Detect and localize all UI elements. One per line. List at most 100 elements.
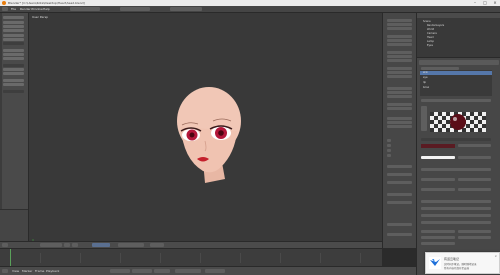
strand-toggle[interactable] [421, 221, 491, 224]
options-field[interactable] [458, 230, 491, 233]
shading-checkbox[interactable] [387, 154, 391, 157]
scale-x-field[interactable] [387, 51, 412, 54]
diffuse-color-swatch[interactable] [421, 144, 455, 148]
transparency-toggle[interactable] [421, 200, 491, 203]
mode-selector[interactable] [40, 243, 62, 247]
shading-selector[interactable] [64, 243, 70, 247]
view-field[interactable] [387, 91, 412, 94]
dimensions-field[interactable] [387, 71, 412, 74]
outliner-row[interactable]: Lamp [427, 40, 434, 43]
location-x-field[interactable] [387, 19, 412, 22]
scene-selector[interactable] [120, 7, 150, 11]
shading-panel-field[interactable] [421, 188, 455, 191]
options-field[interactable] [421, 230, 455, 233]
pivot-selector[interactable] [72, 243, 78, 247]
current-frame-field[interactable] [154, 269, 170, 273]
tool-button[interactable] [3, 79, 24, 82]
timeline-menu-playback[interactable]: Playback [46, 269, 59, 273]
display-field[interactable] [387, 181, 412, 184]
rotation-x-field[interactable] [387, 35, 412, 38]
editor-type-button[interactable] [2, 7, 8, 11]
render-engine-selector[interactable] [170, 7, 202, 11]
outliner-row[interactable]: Scene [423, 20, 431, 23]
display-field[interactable] [387, 193, 412, 196]
tool-button[interactable] [3, 72, 24, 75]
dimensions-field[interactable] [387, 75, 412, 78]
timeline-editor[interactable] [0, 248, 382, 267]
menu-help[interactable]: Help [43, 7, 50, 11]
view-field[interactable] [387, 107, 412, 110]
layer-buttons[interactable] [118, 243, 144, 247]
tool-button[interactable] [3, 64, 24, 67]
background-image-toggle[interactable] [387, 223, 412, 226]
rotation-y-field[interactable] [387, 39, 412, 42]
manipulator-toggle[interactable] [92, 243, 110, 247]
preview-type-buttons[interactable] [421, 106, 427, 131]
screen-layout-selector[interactable] [70, 7, 100, 11]
outliner-row[interactable]: World [427, 28, 434, 31]
tool-button[interactable] [3, 42, 24, 45]
timeline-menu-view[interactable]: View [12, 269, 19, 273]
shading-checkbox[interactable] [387, 144, 391, 147]
tool-button[interactable] [3, 49, 24, 52]
rotation-z-field[interactable] [387, 43, 412, 46]
tool-button[interactable] [3, 21, 24, 24]
view-menu[interactable] [2, 243, 8, 247]
material-item[interactable]: lip [423, 81, 426, 84]
diffuse-shader-selector[interactable] [458, 144, 491, 147]
material-item[interactable]: eye [423, 76, 428, 79]
view-field[interactable] [387, 103, 412, 106]
timeline-menu-frame[interactable]: Frame [35, 269, 44, 273]
material-item[interactable]: skin [423, 71, 428, 74]
menu-render[interactable]: Render [20, 7, 31, 11]
cursor-field[interactable] [387, 121, 412, 124]
cursor-field[interactable] [387, 117, 412, 120]
mirror-toggle[interactable] [421, 207, 491, 210]
options-field[interactable] [421, 242, 455, 245]
3d-viewport[interactable]: User Persp (1) Head [29, 13, 382, 248]
end-frame-field[interactable] [132, 269, 152, 273]
head-model[interactable] [169, 83, 249, 188]
outliner-row[interactable]: Head [427, 36, 434, 39]
tool-button[interactable] [3, 53, 24, 56]
outliner-row[interactable]: RenderLayers [427, 24, 444, 27]
outliner-row[interactable]: Camera [427, 32, 437, 35]
notification-toast[interactable]: 有道云笔记 实时同步笔记，随时随地记录 所有内容已保存至云端 × [425, 252, 500, 274]
display-field[interactable] [387, 165, 412, 168]
material-name-field[interactable] [421, 99, 491, 102]
cursor-field[interactable] [387, 125, 412, 128]
tool-button[interactable] [3, 16, 24, 19]
display-field[interactable] [387, 201, 412, 204]
shading-checkbox[interactable] [387, 149, 391, 152]
material-item[interactable]: brow [423, 86, 429, 89]
tool-button[interactable] [3, 29, 24, 32]
shading-checkbox[interactable] [387, 139, 391, 142]
current-frame-indicator[interactable] [10, 249, 11, 267]
view-field[interactable] [387, 87, 412, 90]
options-field[interactable] [458, 236, 491, 239]
tool-button[interactable] [3, 38, 24, 41]
material-slot-list[interactable]: skin eye lip brow [420, 70, 492, 96]
notification-close-icon[interactable]: × [494, 254, 497, 258]
properties-tab-bar[interactable] [419, 60, 499, 65]
tool-button[interactable] [3, 34, 24, 37]
sync-selector[interactable] [205, 269, 225, 273]
outliner-row[interactable]: Eyes [427, 44, 433, 47]
editor-type-button[interactable] [2, 269, 8, 273]
playback-controls[interactable] [175, 269, 201, 273]
menu-file[interactable]: File [11, 7, 16, 11]
transform-orientation-field[interactable] [387, 233, 412, 236]
dimensions-field[interactable] [387, 67, 412, 70]
tool-button[interactable] [3, 25, 24, 28]
location-z-field[interactable] [387, 27, 412, 30]
shading-panel-field[interactable] [421, 178, 455, 181]
timeline-menu-marker[interactable]: Marker [22, 269, 32, 273]
shading-panel-field[interactable] [458, 188, 491, 191]
sss-toggle[interactable] [421, 214, 491, 217]
shading-panel-field[interactable] [421, 168, 491, 171]
tool-button[interactable] [3, 68, 24, 71]
view-field[interactable] [387, 95, 412, 98]
menu-window[interactable]: Window [31, 7, 43, 11]
tool-button[interactable] [3, 57, 24, 60]
scale-z-field[interactable] [387, 59, 412, 62]
